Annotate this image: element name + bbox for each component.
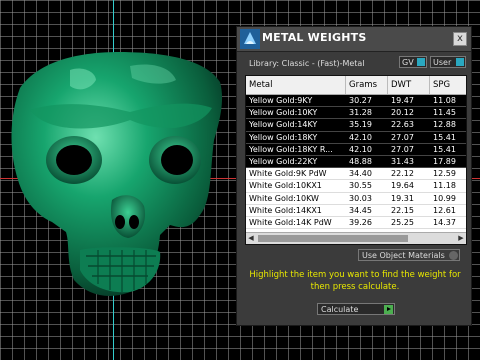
cell-spg: 12.59 [433,169,456,179]
cell-dwt: 25.25 [391,217,414,227]
toggle-knob-icon [456,58,464,66]
cell-spg: 17.89 [433,156,456,166]
materials-dropdown[interactable]: Use Object Materials [358,249,460,261]
play-icon[interactable] [384,305,393,314]
cell-metal: Yellow Gold:14KY [249,120,318,130]
cell-metal: Yellow Gold:10KY [249,108,318,118]
close-icon[interactable]: x [453,32,467,46]
calculate-button[interactable]: Calculate [317,303,395,315]
calculate-label: Calculate [321,305,359,314]
cell-grams: 30.03 [349,193,372,203]
cell-grams: 42.10 [349,144,372,154]
table-row[interactable]: Yellow Gold:14KY 35.19 22.63 12.88 [246,119,466,132]
cell-grams: 34.40 [349,169,372,179]
rhino-logo-icon [240,29,260,49]
column-header-metal[interactable]: Metal [246,76,346,94]
cell-spg: 12.88 [433,120,456,130]
table-row[interactable]: Yellow Gold:9KY 30.27 19.47 11.08 [246,95,466,108]
cell-metal: Yellow Gold:22KY [249,156,318,166]
cell-grams: 35.19 [349,120,372,130]
cell-grams: 39.26 [349,217,372,227]
cell-dwt: 22.15 [391,205,414,215]
scrollbar-thumb[interactable] [258,235,408,242]
cell-dwt: 19.47 [391,96,414,105]
cell-spg: 11.08 [433,96,456,105]
cell-grams: 30.27 [349,96,372,105]
cell-metal: Yellow Gold:9KY [249,96,313,105]
table-row[interactable]: Yellow Gold:18KY 42.10 27.07 15.41 [246,131,466,144]
metal-weights-panel: METAL WEIGHTS x Library: Classic - (Fast… [236,26,472,326]
chevron-down-icon[interactable] [449,251,458,260]
materials-dropdown-value: Use Object Materials [362,251,445,260]
cell-grams: 34.45 [349,205,372,215]
cell-spg: 12.61 [433,205,456,215]
table-row[interactable]: White Gold:9K PdW 34.40 22.12 12.59 [246,168,466,181]
table-row[interactable]: White Gold:10KW 30.03 19.31 10.99 [246,192,466,205]
cell-grams: 48.88 [349,156,372,166]
cell-spg: 10.99 [433,193,456,203]
cell-dwt: 19.64 [391,181,414,191]
cell-metal: White Gold:14K PdW [249,217,332,227]
instructions-text: Highlight the item you want to find the … [249,270,461,292]
scroll-right-icon[interactable]: ▶ [456,233,466,244]
table-row[interactable]: White Gold:10KX1 30.55 19.64 11.18 [246,180,466,193]
cell-dwt: 19.31 [391,193,414,203]
cell-metal: White Gold:9K PdW [249,169,327,179]
cell-dwt: 27.07 [391,132,414,142]
column-header-spg[interactable]: SPG [430,76,466,94]
cell-dwt: 22.63 [391,120,414,130]
cell-dwt: 31.43 [391,156,414,166]
library-label: Library: Classic - (Fast)-Metal [249,59,365,68]
cell-grams: 42.10 [349,132,372,142]
column-header-dwt[interactable]: DWT [388,76,430,94]
user-toggle-label: User [433,58,452,67]
cell-spg: 14.37 [433,217,456,227]
table-row[interactable]: Yellow Gold:22KY 48.88 31.43 17.89 [246,155,466,169]
cell-spg: 15.41 [433,132,456,142]
cell-metal: White Gold:10KW [249,193,319,203]
cell-grams: 30.55 [349,181,372,191]
metal-table[interactable]: Metal Grams DWT SPG Yellow Gold:9KY 30.27… [245,75,467,245]
scroll-left-icon[interactable]: ◀ [246,233,256,244]
cell-dwt: 20.12 [391,108,414,118]
table-header: Metal Grams DWT SPG [246,76,466,95]
table-row[interactable]: White Gold:14K PdW 39.26 25.25 14.37 [246,216,466,230]
gv-toggle-label: GV [402,58,414,67]
cell-dwt: 27.07 [391,144,414,154]
toggle-knob-icon [417,58,425,66]
horizontal-scrollbar[interactable]: ◀ ▶ [246,232,466,244]
cell-dwt: 22.12 [391,169,414,179]
cell-metal: Yellow Gold:18KY [249,132,318,142]
table-row[interactable]: Yellow Gold:10KY 31.28 20.12 11.45 [246,107,466,120]
cell-metal: White Gold:14KX1 [249,205,322,215]
panel-title: METAL WEIGHTS [262,31,367,44]
column-header-grams[interactable]: Grams [346,76,388,94]
table-rows: Yellow Gold:9KY 30.27 19.47 11.08 Yellow Gol… [246,95,466,230]
cell-metal: Yellow Gold:18KY R... [249,144,333,154]
cell-spg: 11.18 [433,181,456,191]
user-toggle[interactable]: User [430,56,466,68]
cell-grams: 31.28 [349,108,372,118]
table-row[interactable]: White Gold:14KX1 34.45 22.15 12.61 [246,204,466,217]
panel-titlebar[interactable]: METAL WEIGHTS x [237,27,471,52]
cell-spg: 15.41 [433,144,456,154]
gv-toggle[interactable]: GV [399,56,427,68]
cell-spg: 11.45 [433,108,456,118]
cell-metal: White Gold:10KX1 [249,181,322,191]
table-row[interactable]: Yellow Gold:18KY R... 42.10 27.07 15.41 [246,143,466,156]
